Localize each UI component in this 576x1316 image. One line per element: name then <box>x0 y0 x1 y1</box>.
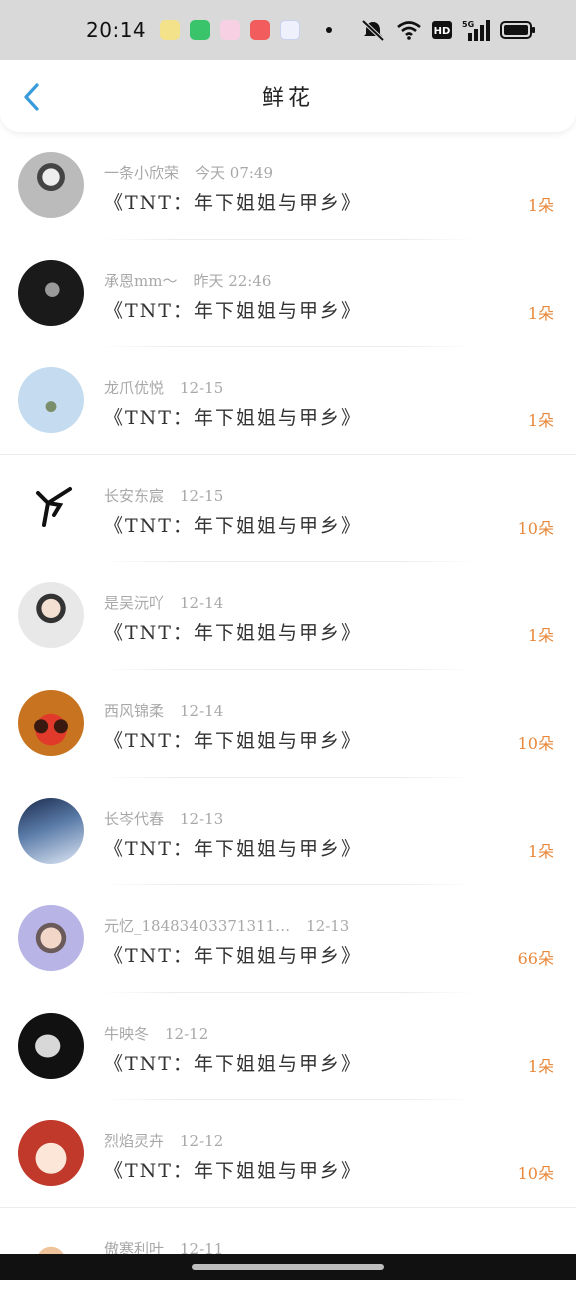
gift-time: 12-12 <box>165 1024 209 1043</box>
avatar[interactable] <box>18 689 84 756</box>
gift-time: 12-13 <box>306 917 350 936</box>
svg-text:HD: HD <box>434 26 451 37</box>
notification-icons <box>160 20 333 40</box>
mute-icon <box>361 19 385 41</box>
glyph-avatar-icon <box>36 486 72 527</box>
gift-time: 12-15 <box>180 486 224 505</box>
flower-count: 10朵 <box>517 518 554 538</box>
pink-app-icon <box>220 20 241 40</box>
flower-count: 1朵 <box>527 196 554 215</box>
book-title: 《TNT：年下姐姐与甲乡》 <box>104 299 362 322</box>
list-item[interactable]: 元忆_18483403371311… 12-13 《TNT：年下姐姐与甲乡》 66… <box>0 885 576 993</box>
avatar[interactable] <box>18 797 84 864</box>
flower-count: 1朵 <box>527 626 554 646</box>
list-item[interactable]: 一条小欣荣 今天 07:49 《TNT：年下姐姐与甲乡》 1朵 <box>0 132 576 240</box>
hd-icon: HD <box>432 21 452 39</box>
gift-time: 12-15 <box>180 379 224 398</box>
list-item[interactable]: 烈焰灵卉 12-12 《TNT：年下姐姐与甲乡》 10朵 <box>0 1100 576 1208</box>
avatar[interactable] <box>18 582 84 649</box>
status-bar: 20:14 HD 5G <box>0 0 576 60</box>
gift-time: 12-14 <box>180 701 224 720</box>
avatar[interactable] <box>18 259 84 326</box>
browser-app-icon <box>280 20 301 40</box>
avatar[interactable] <box>18 152 84 218</box>
flower-list: 一条小欣荣 今天 07:49 《TNT：年下姐姐与甲乡》 1朵 承恩mm～ 昨天 2… <box>0 132 576 1316</box>
user-name: 长安东宸 <box>104 486 165 505</box>
list-item[interactable]: 龙爪优悦 12-15 《TNT：年下姐姐与甲乡》 1朵 <box>0 347 576 455</box>
gift-time: 12-14 <box>180 594 224 613</box>
more-notifications-dot <box>326 27 333 33</box>
page-title: 鲜花 <box>261 86 314 111</box>
book-title: 《TNT：年下姐姐与甲乡》 <box>104 1052 362 1075</box>
avatar[interactable] <box>18 1120 84 1187</box>
list-item[interactable]: 西风锦柔 12-14 《TNT：年下姐姐与甲乡》 10朵 <box>0 670 576 778</box>
gift-time: 12-13 <box>180 809 224 828</box>
shopping-app-icon <box>190 20 211 40</box>
system-nav-bar <box>0 1254 576 1280</box>
flower-count: 1朵 <box>527 303 554 323</box>
book-title: 《TNT：年下姐姐与甲乡》 <box>104 622 362 645</box>
avatar[interactable] <box>18 1012 84 1079</box>
book-title: 《TNT：年下姐姐与甲乡》 <box>104 407 362 430</box>
chevron-left-icon[interactable] <box>18 82 46 112</box>
home-indicator[interactable] <box>192 1264 384 1270</box>
book-title: 《TNT：年下姐姐与甲乡》 <box>104 192 362 214</box>
flower-count: 10朵 <box>517 733 554 753</box>
user-name: 龙爪优悦 <box>104 379 165 398</box>
user-name: 长岑代春 <box>104 809 165 828</box>
flower-count: 1朵 <box>527 841 554 861</box>
avatar[interactable] <box>18 474 84 541</box>
user-name: 西风锦柔 <box>104 701 165 720</box>
face-app-icon <box>160 20 181 40</box>
book-title: 《TNT：年下姐姐与甲乡》 <box>104 514 362 537</box>
book-title: 《TNT：年下姐姐与甲乡》 <box>104 729 362 752</box>
list-item[interactable]: 承恩mm～ 昨天 22:46 《TNT：年下姐姐与甲乡》 1朵 <box>0 240 576 348</box>
list-item[interactable]: 长安东宸 12-15 《TNT：年下姐姐与甲乡》 10朵 <box>0 455 576 563</box>
user-name: 元忆_18483403371311… <box>104 917 291 936</box>
wifi-icon <box>397 21 421 40</box>
header: 鲜花 <box>0 60 576 132</box>
status-time: 20:14 <box>86 18 147 42</box>
list-item[interactable]: 是吴沅吖 12-14 《TNT：年下姐姐与甲乡》 1朵 <box>0 562 576 670</box>
user-name: 一条小欣荣 <box>104 164 180 182</box>
flower-count: 10朵 <box>517 1164 554 1184</box>
gift-time: 12-12 <box>180 1132 224 1151</box>
book-title: 《TNT：年下姐姐与甲乡》 <box>104 945 362 968</box>
flower-count: 66朵 <box>517 949 554 969</box>
gift-time: 昨天 22:46 <box>193 271 272 290</box>
book-title: 《TNT：年下姐姐与甲乡》 <box>104 837 362 860</box>
avatar[interactable] <box>18 367 84 434</box>
user-name: 是吴沅吖 <box>104 594 165 613</box>
gift-time: 今天 07:49 <box>195 164 274 182</box>
user-name: 承恩mm～ <box>104 271 178 290</box>
list-item[interactable]: 牛映冬 12-12 《TNT：年下姐姐与甲乡》 1朵 <box>0 993 576 1101</box>
svg-text:5G: 5G <box>462 20 474 29</box>
user-name: 牛映冬 <box>104 1024 150 1043</box>
book-title: 《TNT：年下姐姐与甲乡》 <box>104 1160 362 1183</box>
battery-icon <box>500 21 535 39</box>
user-name: 烈焰灵卉 <box>104 1132 165 1151</box>
flower-count: 1朵 <box>527 411 554 431</box>
list-item[interactable]: 长岑代春 12-13 《TNT：年下姐姐与甲乡》 1朵 <box>0 778 576 886</box>
store-app-icon <box>250 20 271 40</box>
signal-5g-icon: 5G <box>462 20 490 41</box>
flower-count: 1朵 <box>527 1056 554 1076</box>
avatar[interactable] <box>18 905 84 972</box>
